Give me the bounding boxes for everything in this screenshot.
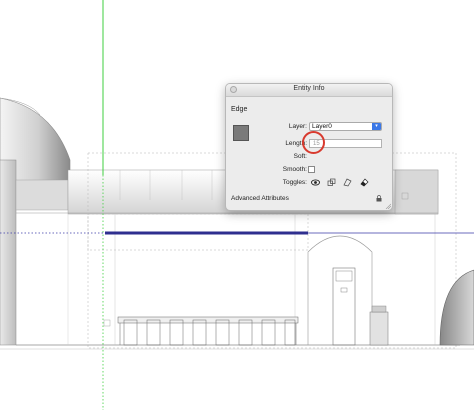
entity-type-label: Edge: [231, 106, 248, 113]
dining-furniture: [117, 316, 299, 346]
smooth-label: Smooth:: [282, 166, 307, 173]
right-dome: [439, 269, 474, 346]
soft-label: Soft:: [293, 153, 307, 160]
receive-shadows-icon[interactable]: [343, 178, 352, 187]
layer-value: Layer0: [312, 123, 332, 130]
layer-label: Layer:: [288, 123, 307, 130]
panel-titlebar[interactable]: Entity Info: [226, 84, 392, 97]
material-swatch[interactable]: [233, 125, 249, 141]
left-tower: [0, 159, 17, 346]
layer-dropdown[interactable]: Layer0 ▾: [309, 122, 382, 131]
material-eraser-icon[interactable]: [360, 178, 369, 187]
advanced-attributes-toggle[interactable]: Advanced Attributes: [231, 195, 289, 202]
resize-grip-icon[interactable]: [385, 203, 391, 209]
toggles-label: Toggles:: [282, 179, 307, 186]
entity-info-panel: Entity Info Edge Layer: Layer0 ▾ Length:…: [225, 83, 393, 211]
chevron-down-icon[interactable]: ▾: [372, 123, 381, 130]
lock-icon[interactable]: [376, 195, 382, 202]
cast-shadows-icon[interactable]: [327, 178, 336, 187]
door: [332, 267, 356, 346]
panel-title: Entity Info: [293, 85, 325, 92]
smooth-checkbox[interactable]: [308, 166, 315, 173]
arched-doorway: [307, 235, 373, 345]
eye-icon[interactable]: [311, 178, 320, 187]
length-label: Length:: [285, 140, 307, 147]
highlight-circle: [302, 131, 325, 154]
